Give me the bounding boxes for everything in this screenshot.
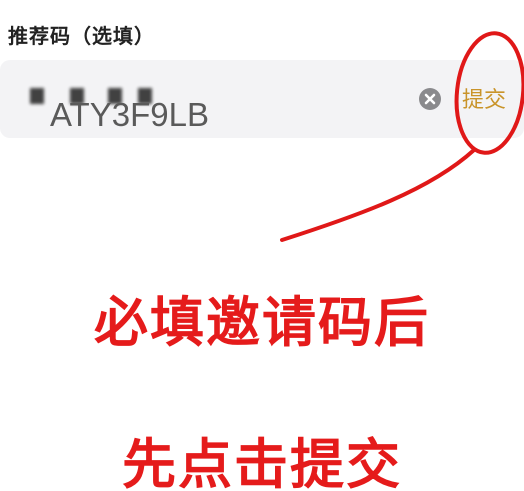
referral-code-label: 推荐码（选填） <box>8 24 155 48</box>
referral-code-field[interactable]: ATY3F9LB 提交 <box>0 60 524 138</box>
arrow-annotation-line <box>280 148 476 242</box>
instruction-line-2: 先点击提交 <box>122 433 402 491</box>
clear-icon[interactable] <box>419 88 441 110</box>
submit-button[interactable]: 提交 <box>462 82 506 114</box>
instruction-line-1: 必填邀请码后 <box>94 291 430 354</box>
referral-code-input[interactable]: ATY3F9LB <box>50 98 209 131</box>
